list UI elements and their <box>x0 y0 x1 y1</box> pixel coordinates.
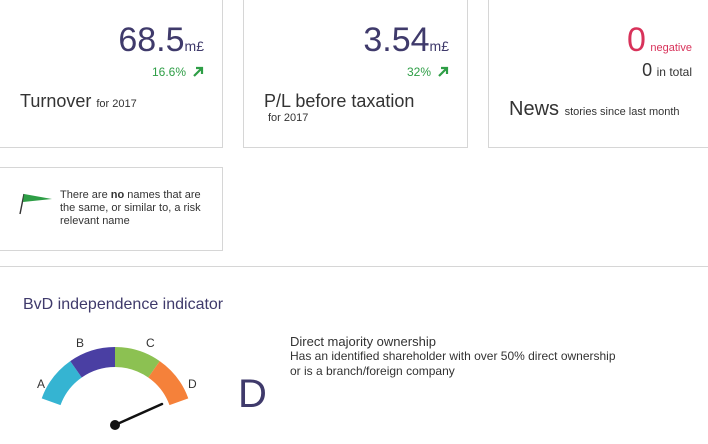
news-negative-count: 0 <box>627 21 646 59</box>
news-label-text: News <box>509 98 560 120</box>
news-negative: 0 negative <box>627 22 692 58</box>
pl-label: P/L before taxation <box>264 91 415 111</box>
news-negative-label: negative <box>650 42 692 54</box>
flag-icon <box>19 193 52 215</box>
description-line1: Has an identified shareholder with over … <box>290 349 616 363</box>
news-card[interactable]: 0 negative 0 in total News stories since… <box>488 0 708 148</box>
gauge-label-c: C <box>146 336 155 350</box>
turnover-unit: m£ <box>184 38 204 54</box>
names-text: There are no names that are the same, or… <box>60 189 210 228</box>
description-line2: or is a branch/foreign company <box>290 364 455 378</box>
pl-value: 3.54m£ <box>363 20 449 66</box>
description-title: Direct majority ownership <box>290 334 436 349</box>
section-divider <box>0 266 708 267</box>
turnover-value: 68.5m£ <box>118 20 204 66</box>
gauge-needle-hub <box>110 420 120 430</box>
gauge-needle <box>113 402 164 427</box>
pl-card[interactable]: 3.54m£ 32% P/L before taxation for 2017 <box>243 0 468 148</box>
names-text-bold: no <box>110 189 125 201</box>
news-label: News stories since last month <box>509 98 680 121</box>
turnover-number: 68.5 <box>118 21 185 59</box>
gauge-label-d: D <box>188 377 197 391</box>
pl-sublabel: for 2017 <box>268 112 309 124</box>
pl-unit: m£ <box>429 38 449 54</box>
turnover-change: 16.6% <box>152 64 204 80</box>
turnover-card[interactable]: 68.5m£ 16.6% Turnover for 2017 <box>0 0 223 148</box>
independence-gauge: A B C D <box>37 336 197 430</box>
independence-title: BvD independence indicator <box>23 296 224 313</box>
turnover-change-value: 16.6% <box>151 65 186 79</box>
pl-change: 32% <box>407 64 449 80</box>
news-total: 0 in total <box>642 60 692 81</box>
news-sublabel: stories since last month <box>564 106 680 118</box>
gauge-label-a: A <box>37 377 45 391</box>
turnover-sublabel: for 2017 <box>96 98 137 110</box>
names-card[interactable]: There are no names that are the same, or… <box>0 167 223 251</box>
turnover-label: Turnover for 2017 <box>20 90 137 115</box>
independence-grade: D <box>238 372 267 416</box>
news-total-count: 0 <box>642 60 653 80</box>
independence-description: Direct majority ownership Has an identif… <box>290 334 616 379</box>
arrow-up-right-icon <box>193 66 204 77</box>
arrow-up-right-icon <box>438 66 449 77</box>
pl-change-value: 32% <box>406 65 431 79</box>
gauge-segments <box>41 347 189 406</box>
names-text-before: There are <box>60 189 111 201</box>
turnover-label-text: Turnover <box>20 91 92 111</box>
gauge-label-b: B <box>76 336 84 350</box>
pl-number: 3.54 <box>363 21 430 59</box>
news-total-label: in total <box>656 65 692 79</box>
